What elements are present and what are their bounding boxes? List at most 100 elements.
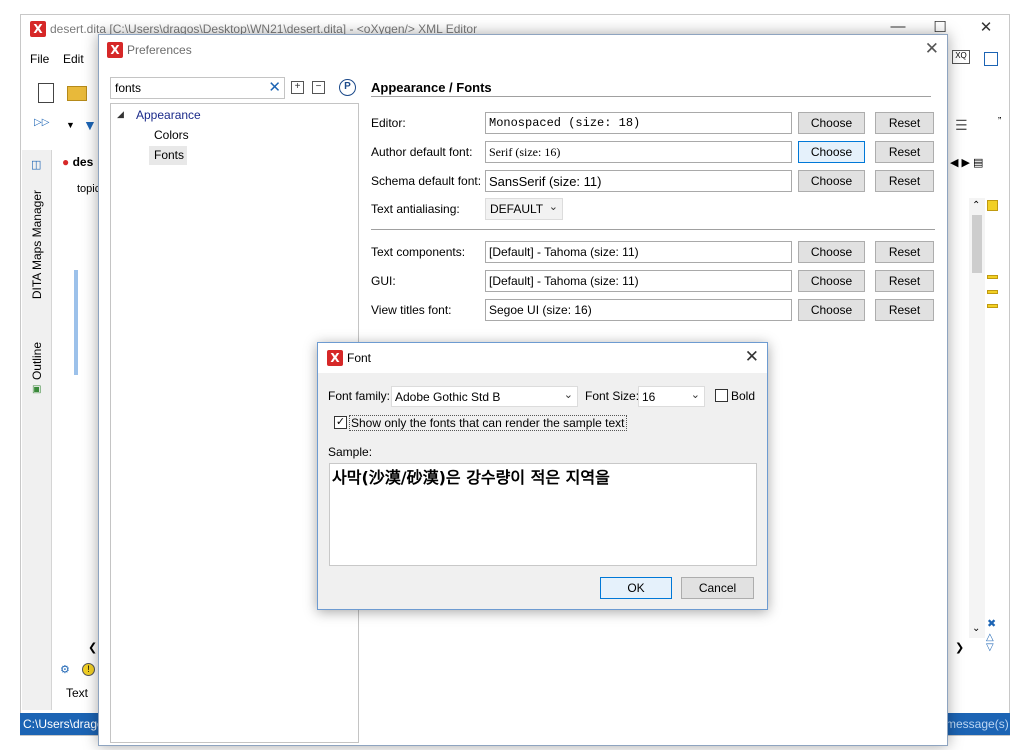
change-marker[interactable] xyxy=(987,304,998,308)
text-components-choose-button[interactable]: Choose xyxy=(798,241,865,263)
gui-font-value: [Default] - Tahoma (size: 11) xyxy=(485,270,792,292)
dita-maps-icon[interactable]: ◫ xyxy=(31,158,49,176)
author-font-label: Author default font: xyxy=(371,145,473,159)
oxygen-logo-icon: X xyxy=(107,42,123,58)
tree-expand-icon[interactable]: ◢ xyxy=(117,109,124,120)
view-titles-value: Segoe UI (size: 16) xyxy=(485,299,792,321)
font-dialog: X Font ✕ Font family: Adobe Gothic Std B… xyxy=(317,342,768,610)
editor-tab[interactable]: ● des xyxy=(62,155,102,173)
block-marker xyxy=(74,270,78,375)
editor-reset-button[interactable]: Reset xyxy=(875,112,934,134)
tab-outline[interactable]: Outline xyxy=(30,342,44,380)
show-only-checkbox[interactable]: ✓ xyxy=(334,416,347,429)
outline-icon: ▣ xyxy=(32,384,42,395)
text-components-reset-button[interactable]: Reset xyxy=(875,241,934,263)
editor-font-value: Monospaced (size: 18) xyxy=(485,112,792,134)
section-divider xyxy=(371,229,935,230)
scroll-down-icon[interactable]: ⌄ xyxy=(972,623,980,634)
antialiasing-select[interactable]: DEFAULT ⌄ xyxy=(485,198,563,220)
sample-text: 사막(沙漠/砂漠)은 강수량이 적은 지역을 xyxy=(332,468,610,487)
open-folder-icon[interactable] xyxy=(67,86,87,101)
expand-all-icon[interactable]: + xyxy=(291,81,304,94)
scroll-left-icon[interactable]: ❮ xyxy=(88,641,97,654)
filter-field[interactable]: ✕ xyxy=(110,77,285,99)
editor-tab-label: des xyxy=(72,155,94,169)
antialiasing-label: Text antialiasing: xyxy=(371,202,460,216)
editor-font-label: Editor: xyxy=(371,116,406,130)
sample-text-area[interactable]: 사막(沙漠/砂漠)은 강수량이 적은 지역을 xyxy=(329,463,757,566)
preferences-title: Preferences xyxy=(127,43,192,57)
font-family-label: Font family: xyxy=(328,389,391,403)
font-dialog-titlebar xyxy=(318,343,767,373)
gui-reset-button[interactable]: Reset xyxy=(875,270,934,292)
view-titles-label: View titles font: xyxy=(371,303,452,317)
project-options-icon[interactable]: P xyxy=(339,79,356,96)
font-dialog-title: Font xyxy=(347,351,372,365)
tab-text-mode[interactable]: Text xyxy=(66,686,88,700)
text-components-label: Text components: xyxy=(371,245,466,259)
oxygen-logo-icon: X xyxy=(30,21,46,37)
menu-file[interactable]: File xyxy=(30,52,49,66)
filter-input[interactable] xyxy=(111,78,261,98)
prev-next-icon[interactable]: △ ▽ xyxy=(986,633,994,653)
list-icon[interactable]: ☰ xyxy=(955,117,973,135)
font-family-value: Adobe Gothic Std B xyxy=(395,390,501,404)
tree-item-appearance[interactable]: Appearance xyxy=(136,108,201,122)
tree-item-colors[interactable]: Colors xyxy=(154,128,189,142)
xquery-icon[interactable]: XQ xyxy=(952,50,970,64)
ok-button[interactable]: OK xyxy=(600,577,672,599)
menu-edit[interactable]: Edit xyxy=(63,52,84,66)
new-document-icon[interactable] xyxy=(38,83,54,103)
schema-choose-button[interactable]: Choose xyxy=(798,170,865,192)
collapse-all-icon[interactable]: − xyxy=(312,81,325,94)
author-font-value: Serif (size: 16) xyxy=(485,141,792,163)
font-size-select[interactable]: 16 ⌄ xyxy=(638,386,705,407)
cancel-button[interactable]: Cancel xyxy=(681,577,754,599)
antialiasing-value: DEFAULT xyxy=(490,202,544,216)
font-dialog-close-button[interactable]: ✕ xyxy=(745,347,759,367)
chevron-down-icon: ⌄ xyxy=(548,201,558,213)
text-components-value: [Default] - Tahoma (size: 11) xyxy=(485,241,792,263)
heading-divider xyxy=(371,96,931,97)
view-titles-reset-button[interactable]: Reset xyxy=(875,299,934,321)
scrollbar-thumb[interactable] xyxy=(972,215,982,273)
bold-checkbox[interactable] xyxy=(715,389,728,402)
show-only-label[interactable]: Show only the fonts that can render the … xyxy=(349,415,627,431)
tab-dita-maps-manager[interactable]: DITA Maps Manager xyxy=(30,190,44,299)
overflow-icon[interactable]: „ xyxy=(998,110,1016,128)
scroll-right-icon[interactable]: ❯ xyxy=(955,641,964,654)
font-family-select[interactable]: Adobe Gothic Std B ⌄ xyxy=(391,386,578,407)
author-reset-button[interactable]: Reset xyxy=(875,141,934,163)
dropdown-arrow-icon[interactable]: ▼ xyxy=(66,120,84,138)
minimize-button[interactable]: — xyxy=(878,18,918,35)
modified-dot-icon: ● xyxy=(62,155,70,169)
settings-icon[interactable]: ⚙ xyxy=(60,663,70,676)
main-close-button[interactable]: ✕ xyxy=(966,18,1006,36)
schema-font-value: SansSerif (size: 11) xyxy=(485,170,792,192)
status-messages[interactable]: message(s) xyxy=(946,717,1009,731)
clear-filter-icon[interactable]: ✕ xyxy=(268,79,281,97)
close-markers-icon[interactable]: ✖ xyxy=(987,617,996,630)
annotation-marker[interactable] xyxy=(987,200,998,211)
preferences-close-button[interactable]: ✕ xyxy=(925,39,939,59)
gui-choose-button[interactable]: Choose xyxy=(798,270,865,292)
breadcrumb[interactable]: topic xyxy=(77,183,100,195)
tab-nav-icons[interactable]: ◀ ▶ ▤ xyxy=(950,156,983,169)
insert-element-icon[interactable]: ▷▷ xyxy=(34,117,52,135)
tree-item-fonts[interactable]: Fonts xyxy=(154,148,184,162)
transform-icon[interactable] xyxy=(984,52,998,66)
warning-icon[interactable]: ! xyxy=(82,663,95,676)
editor-choose-button[interactable]: Choose xyxy=(798,112,865,134)
chevron-down-icon: ⌄ xyxy=(690,389,700,401)
schema-font-label: Schema default font: xyxy=(371,174,482,188)
sample-label: Sample: xyxy=(328,445,373,459)
author-choose-button[interactable]: Choose xyxy=(798,141,865,163)
status-path: C:\Users\drago xyxy=(23,717,104,731)
view-titles-choose-button[interactable]: Choose xyxy=(798,299,865,321)
font-size-value: 16 xyxy=(642,390,656,404)
change-marker[interactable] xyxy=(987,275,998,279)
scroll-up-icon[interactable]: ⌃ xyxy=(972,200,980,211)
oxygen-logo-icon: X xyxy=(327,350,343,366)
schema-reset-button[interactable]: Reset xyxy=(875,170,934,192)
change-marker[interactable] xyxy=(987,290,998,294)
